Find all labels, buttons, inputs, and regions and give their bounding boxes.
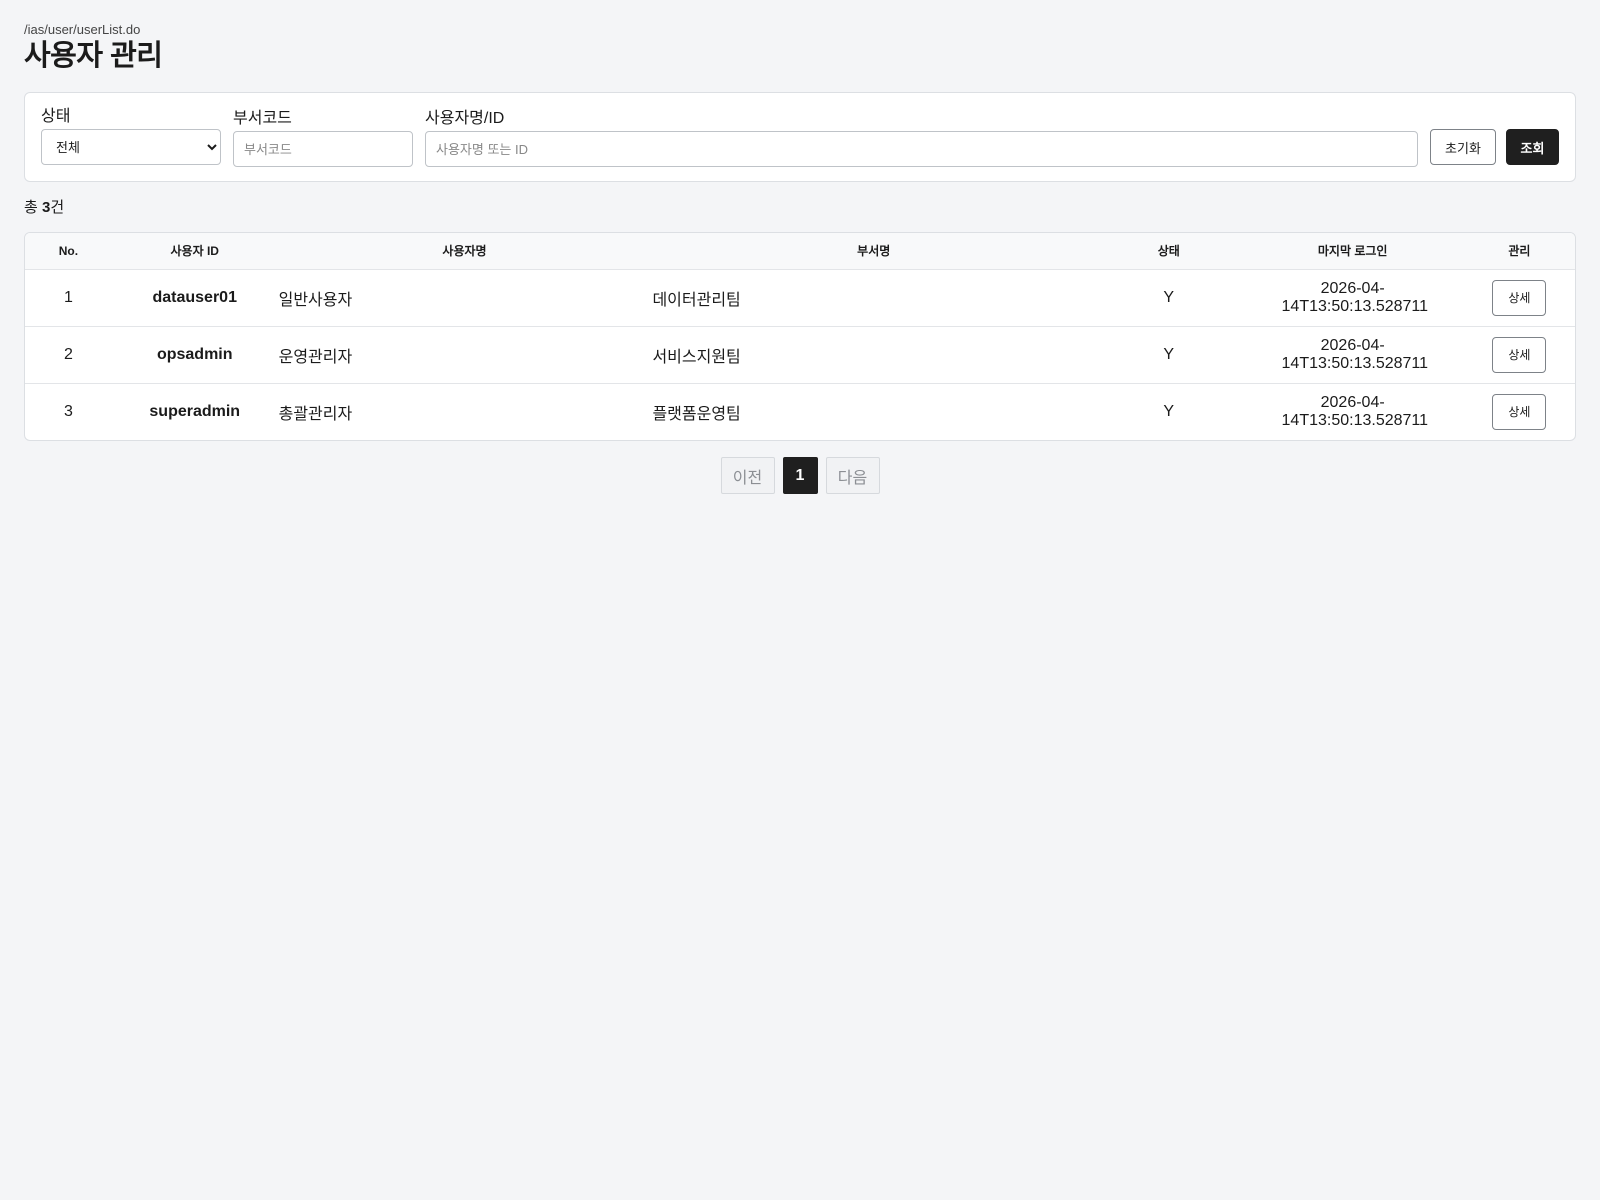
user-table: No. 사용자 ID 사용자명 부서명 상태 마지막 로그인 관리 1 data…	[25, 233, 1575, 440]
cell-dept: 데이터관리팀	[651, 269, 1097, 327]
col-header-last-login: 마지막 로그인	[1241, 233, 1464, 270]
cell-user-id: datauser01	[111, 269, 278, 327]
col-header-dept: 부서명	[651, 233, 1097, 270]
table-header-row: No. 사용자 ID 사용자명 부서명 상태 마지막 로그인 관리	[25, 233, 1575, 270]
status-label: 상태	[41, 108, 71, 125]
next-page-button[interactable]: 다음	[825, 457, 880, 494]
prev-page-button[interactable]: 이전	[720, 457, 775, 494]
detail-button[interactable]: 상세	[1492, 393, 1547, 430]
search-button[interactable]: 조회	[1506, 129, 1559, 165]
col-header-user-id: 사용자 ID	[111, 233, 278, 270]
name-filter: 사용자명/ID	[425, 109, 1418, 167]
status-filter: 상태 전체	[41, 107, 221, 165]
cell-user-name: 총괄관리자	[278, 405, 353, 423]
cell-manage: 상세	[1463, 269, 1575, 327]
page-number-button[interactable]: 1	[782, 457, 818, 494]
col-header-manage: 관리	[1463, 233, 1575, 270]
search-actions: 초기화 조회	[1430, 129, 1559, 165]
user-name-id-input[interactable]	[425, 131, 1418, 167]
cell-status: Y	[1096, 326, 1242, 384]
cell-last-login: 2026-04-14T13:50:13.528711	[1241, 269, 1464, 327]
dept-filter: 부서코드	[233, 109, 413, 167]
cell-manage: 상세	[1464, 383, 1575, 440]
col-header-status: 상태	[1096, 233, 1242, 270]
cell-no: 2	[25, 326, 112, 384]
cell-user-name: 운영관리자	[277, 326, 652, 384]
table-row: 1 datauser01 일반사용자 데이터관리팀 Y 2026-04-14T1…	[25, 269, 1575, 327]
page-path: /ias/user/userList.do	[24, 22, 141, 37]
cell-dept: 플랫폼운영팀	[652, 405, 741, 423]
dept-code-input[interactable]	[233, 131, 413, 167]
cell-no: 1	[25, 269, 112, 327]
cell-user-id: superadmin	[149, 402, 241, 420]
col-header-user-name: 사용자명	[277, 233, 652, 270]
total-count: 총 3건	[24, 198, 1576, 218]
total-prefix: 총	[24, 199, 38, 216]
user-table-container: No. 사용자 ID 사용자명 부서명 상태 마지막 로그인 관리 1 data…	[24, 232, 1576, 441]
status-select[interactable]: 전체	[41, 129, 221, 165]
cell-status: Y	[1163, 402, 1175, 420]
col-header-no: No.	[25, 233, 112, 270]
cell-status: Y	[1096, 269, 1242, 327]
cell-last-login: 2026-04-14T13:50:13.528711	[1241, 326, 1464, 384]
cell-manage: 상세	[1463, 326, 1575, 384]
cell-last-login: 2026-04-14T13:50:13.528711	[1281, 393, 1429, 429]
page-title: 사용자 관리	[24, 40, 163, 72]
dept-code-label: 부서코드	[233, 110, 292, 127]
total-suffix: 건	[50, 199, 65, 216]
table-row: 3 superadmin 총괄관리자 플랫폼운영팀 Y 2026-04-14T1…	[25, 383, 1575, 440]
search-panel: 상태 전체 부서코드 사용자명/ID 초기화 조회	[24, 92, 1576, 182]
pagination: 이전 1 다음	[24, 457, 1576, 494]
reset-button[interactable]: 초기화	[1430, 129, 1496, 165]
table-row: 2 opsadmin 운영관리자 서비스지원팀 Y 2026-04-14T13:…	[25, 326, 1575, 384]
cell-user-id: opsadmin	[111, 326, 278, 384]
cell-dept: 서비스지원팀	[651, 326, 1097, 384]
cell-no: 3	[63, 402, 73, 420]
user-name-id-label: 사용자명/ID	[425, 110, 505, 127]
detail-button[interactable]: 상세	[1492, 279, 1547, 316]
detail-button[interactable]: 상세	[1492, 336, 1547, 373]
page: /ias/user/userList.do 사용자 관리 상태 전체 부서코드 …	[0, 0, 1600, 494]
cell-user-name: 일반사용자	[277, 269, 652, 327]
